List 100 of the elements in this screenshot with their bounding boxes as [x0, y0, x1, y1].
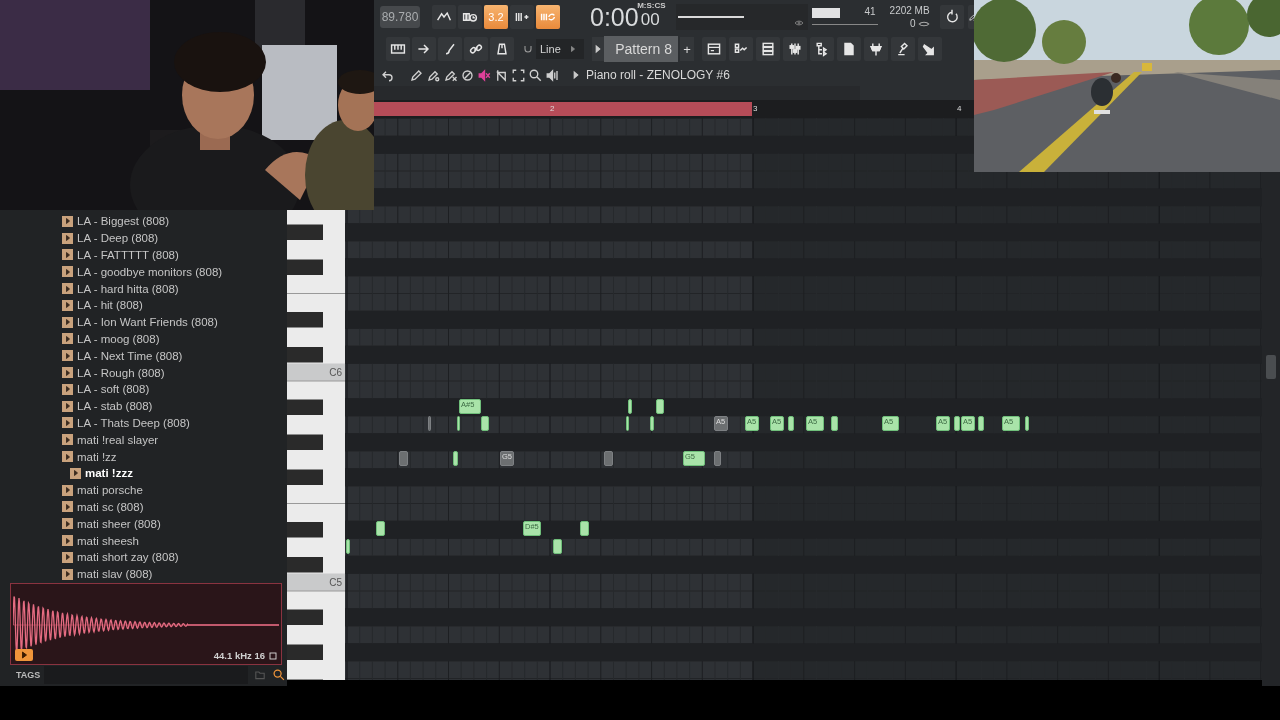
browser-item[interactable]: LA - Thats Deep (808) [0, 414, 287, 432]
knob-icon [494, 41, 510, 57]
browser-item[interactable]: mati !zz [0, 448, 287, 465]
tree-icon [814, 41, 830, 57]
save-icon[interactable] [268, 651, 278, 661]
search-icon[interactable] [272, 668, 286, 682]
note[interactable] [580, 521, 589, 536]
browser-item[interactable]: LA - Biggest (808) [0, 213, 287, 230]
note[interactable] [376, 521, 385, 536]
note[interactable] [788, 416, 794, 431]
document-icon [841, 41, 857, 57]
play-icon [19, 650, 29, 660]
browser-item[interactable]: mati sheer (808) [0, 515, 287, 533]
browser-item[interactable]: LA - Next Time (808) [0, 347, 287, 365]
browser-item[interactable]: LA - Ion Want Friends (808) [0, 313, 287, 331]
note[interactable] [954, 416, 960, 431]
link-button[interactable] [464, 37, 488, 61]
knob-button[interactable] [490, 37, 514, 61]
select-icon[interactable] [511, 67, 526, 83]
keyboard-icon [390, 41, 406, 57]
muted-speaker-icon[interactable] [477, 67, 492, 83]
no-entry-icon[interactable] [460, 67, 475, 83]
cpu-meter [811, 8, 840, 18]
magnet-icon[interactable] [522, 43, 534, 55]
browser-item[interactable]: mati sc (808) [0, 498, 287, 516]
note[interactable] [656, 398, 664, 414]
browser-item[interactable]: mati !real slayer [0, 431, 287, 449]
link-icon [468, 41, 484, 57]
centiseconds: 00 [640, 9, 660, 31]
add-pattern-button[interactable]: + [680, 37, 694, 61]
window-icon [706, 41, 722, 57]
keyboard-button[interactable] [386, 37, 410, 61]
piano-keyboard-drawing[interactable] [287, 210, 345, 680]
ghost-note[interactable] [604, 451, 613, 466]
browser-item[interactable]: LA - hit (808) [0, 297, 287, 314]
speaker-icon[interactable] [545, 67, 560, 83]
note[interactable] [978, 416, 984, 431]
browser-item[interactable]: LA - stab (808) [0, 397, 287, 415]
browser-item[interactable]: LA - hard hitta (808) [0, 280, 287, 297]
ghost-note[interactable] [399, 451, 408, 466]
snap-dropdown[interactable]: Line [536, 39, 584, 59]
list-button[interactable] [756, 37, 780, 61]
tree-button[interactable] [810, 37, 834, 61]
plug-button[interactable] [864, 37, 888, 61]
note[interactable] [626, 416, 629, 431]
reset-button[interactable] [939, 5, 964, 29]
browser-item[interactable]: LA - soft (808) [0, 380, 287, 398]
browser-item[interactable]: mati !zzz [0, 464, 287, 482]
window-button[interactable] [702, 37, 726, 61]
memory-reading: 2202 MB [889, 4, 930, 17]
browser-item[interactable]: LA - Rough (808) [0, 364, 287, 381]
browser-item[interactable]: LA - FATTTTT (808) [0, 246, 287, 264]
tags-field[interactable] [44, 666, 248, 684]
browser-item[interactable]: mati slav (808) [0, 565, 287, 583]
tempo-display[interactable]: 89.780 [380, 6, 420, 28]
toggle-button[interactable] [510, 5, 534, 29]
time-display: 0:00 [590, 3, 639, 31]
slice-icon[interactable] [494, 67, 509, 83]
arrow-button[interactable] [412, 37, 436, 61]
ghost-note[interactable] [714, 451, 721, 466]
note[interactable] [553, 538, 562, 554]
browser-item[interactable]: LA - moog (808) [0, 330, 287, 348]
zoom-icon[interactable] [528, 67, 543, 83]
bar-number: 3 [753, 104, 758, 113]
bar-number: 2 [550, 104, 555, 113]
toggle-button[interactable] [458, 5, 482, 29]
pencil-icon[interactable] [409, 67, 424, 83]
bars-button[interactable] [729, 37, 753, 61]
note[interactable] [346, 538, 350, 554]
pointer-button[interactable] [918, 37, 942, 61]
note[interactable] [831, 416, 838, 431]
browser-item[interactable]: mati sheesh [0, 532, 287, 549]
sliders-button[interactable] [783, 37, 807, 61]
toggle-button[interactable] [432, 5, 456, 29]
note[interactable] [453, 451, 458, 466]
window-title: Piano roll - ZENOLOGY #6 [586, 68, 730, 82]
note[interactable] [1025, 416, 1029, 431]
toggle-button[interactable] [536, 5, 560, 29]
time-format: M:S:CS [637, 1, 666, 10]
octave-label: C5 [329, 576, 342, 588]
browser-item[interactable]: LA - Deep (808) [0, 229, 287, 247]
tags-label: TAGS [16, 670, 42, 680]
cpu-reading: 41 [864, 6, 876, 17]
browser-item[interactable]: mati porsche [0, 481, 287, 499]
list-icon [760, 41, 776, 57]
polyphony-reading: 0 [910, 17, 916, 30]
octave-label: C6 [329, 366, 342, 378]
note[interactable] [481, 416, 489, 431]
play-button[interactable] [15, 649, 33, 661]
note[interactable] [628, 398, 632, 414]
browser-item[interactable]: LA - goodbye monitors (808) [0, 263, 287, 281]
browser-item[interactable]: mati short zay (808) [0, 548, 287, 566]
document-button[interactable] [837, 37, 861, 61]
lamp-button[interactable] [891, 37, 915, 61]
plug-icon [868, 41, 884, 57]
pattern-selector[interactable]: Pattern 8 [604, 36, 678, 62]
note[interactable] [650, 416, 654, 431]
brush-button[interactable] [438, 37, 462, 61]
scrollbar-thumb[interactable] [1266, 355, 1276, 379]
eye-icon[interactable] [793, 18, 804, 28]
